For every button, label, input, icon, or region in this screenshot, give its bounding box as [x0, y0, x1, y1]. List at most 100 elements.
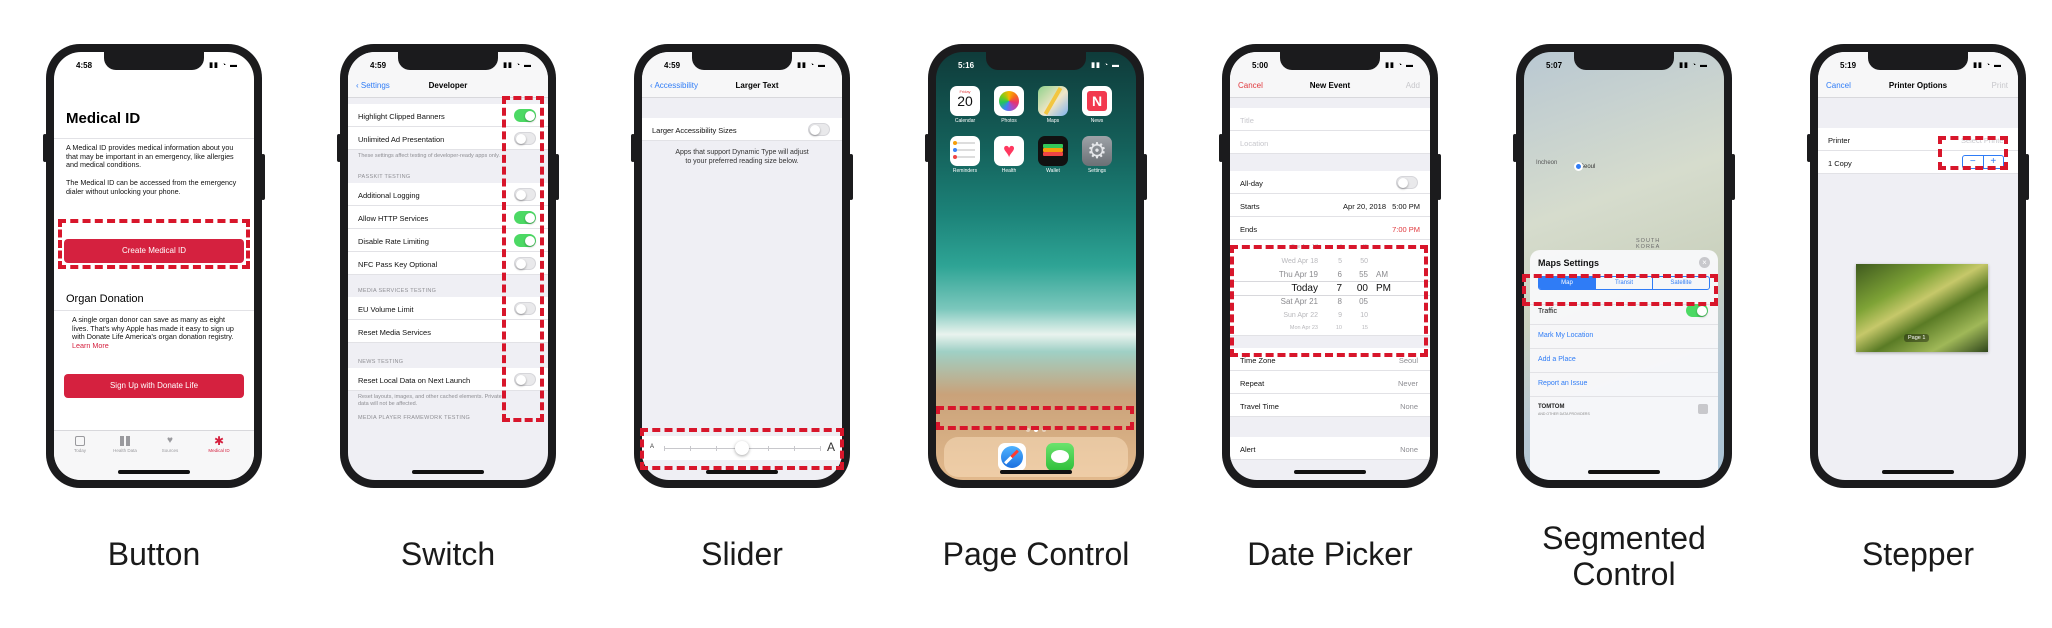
section-header: NEWS TESTING [358, 359, 404, 365]
row-label: Highlight Clipped Banners [358, 112, 445, 121]
donate-life-button[interactable]: Sign Up with Donate Life [64, 374, 244, 398]
status-time: 5:00 [1252, 61, 1269, 70]
row-label: Repeat [1240, 379, 1265, 388]
nav-bar: Cancel Printer Options Print [1818, 74, 2018, 98]
nav-title: New Event [1309, 81, 1351, 90]
row-label: Reset Local Data on Next Launch [358, 376, 471, 385]
print-button[interactable]: Print [1992, 81, 2008, 90]
print-preview-page[interactable]: Page 1 [1856, 264, 1988, 352]
safari-icon[interactable] [998, 443, 1026, 471]
travel-time-row[interactable]: Travel Time None [1230, 394, 1430, 417]
signal-wifi-battery-icon: ▮▮ ◔ ▬ [1973, 62, 2002, 69]
app-wallet[interactable]: Wallet [1038, 136, 1068, 174]
title-placeholder: Title [1240, 116, 1254, 125]
tab-sources[interactable]: ♥ Sources [156, 436, 184, 454]
app-maps[interactable]: Maps [1038, 86, 1068, 124]
starts-date: Apr 20, 2018 [1343, 202, 1386, 211]
nav-title: Developer [428, 81, 468, 90]
messages-icon[interactable] [1046, 443, 1074, 471]
caption-segmented-control: Segmented Control [1494, 520, 1754, 592]
medical-star-icon: ✱ [213, 434, 225, 448]
ends-time: 7:00 PM [1392, 225, 1420, 234]
status-time: 4:59 [664, 61, 681, 70]
signal-wifi-battery-icon: ▮▮ ◔ ▬ [1091, 62, 1120, 69]
row-label: Larger Accessibility Sizes [652, 126, 737, 135]
tab-label: Today [73, 448, 86, 453]
info-icon[interactable] [1698, 404, 1708, 414]
map-view: 5:07 ▮▮ ◔ ▬ Incheon Seoul SOUTH KOREA Ma… [1524, 52, 1724, 480]
page-label: Page 1 [1904, 334, 1930, 342]
app-photos[interactable]: Photos [994, 86, 1024, 124]
add-button[interactable]: Add [1406, 81, 1420, 90]
row-label: Starts [1240, 202, 1260, 211]
row-label: 1 Copy [1828, 159, 1852, 168]
grid-icon [120, 436, 130, 446]
row-label: Allow HTTP Services [358, 214, 429, 223]
medical-id-description-2: The Medical ID can be accessed from the … [66, 178, 237, 196]
app-label: Photos [1001, 118, 1017, 124]
reset-media-services-link[interactable]: Reset Media Services [358, 328, 431, 337]
app-label: News [1090, 118, 1104, 124]
highlight-stepper [1938, 136, 2008, 170]
learn-more-link[interactable]: Learn More [72, 341, 109, 350]
app-calendar[interactable]: Friday 20 Calendar [950, 86, 980, 124]
app-news[interactable]: N News [1082, 86, 1112, 124]
row-value: None [1400, 445, 1418, 454]
tomtom-logo: TOMTOM [1538, 404, 1565, 410]
app-label: Reminders [952, 168, 978, 174]
home-indicator [1588, 470, 1660, 474]
row-label: Printer [1828, 136, 1851, 145]
organ-donation-title: Organ Donation [66, 293, 144, 305]
app-settings[interactable]: ⚙ Settings [1082, 136, 1112, 174]
location-field[interactable]: Location [1230, 131, 1430, 154]
home-indicator [706, 470, 778, 474]
gear-icon: ⚙ [1082, 136, 1112, 166]
highlight-switches [502, 96, 544, 422]
settings-row: Larger Accessibility Sizes [642, 118, 842, 141]
app-health[interactable]: ♥ Health [994, 136, 1024, 174]
wallet-icon [1038, 136, 1068, 166]
notch [1574, 52, 1674, 70]
signal-wifi-battery-icon: ▮▮ ◔ ▬ [503, 62, 532, 69]
phone-stepper-example: 5:19 ▮▮ ◔ ▬ Cancel Printer Options Print… [1807, 44, 2029, 488]
row-label: EU Volume Limit [358, 305, 414, 314]
ends-row[interactable]: Ends 7:00 PM [1230, 217, 1430, 240]
all-day-toggle[interactable] [1396, 176, 1418, 189]
row-label: Travel Time [1240, 402, 1279, 411]
tab-health-data[interactable]: Health Data [108, 436, 142, 453]
alert-row[interactable]: Alert None [1230, 437, 1430, 460]
footer-note: These settings affect testing of develop… [358, 153, 500, 159]
title-field[interactable]: Title [1230, 108, 1430, 131]
highlight-page-control [936, 406, 1134, 430]
add-place-link[interactable]: Add a Place [1538, 356, 1576, 363]
close-icon[interactable]: × [1699, 257, 1710, 268]
report-issue-link[interactable]: Report an Issue [1538, 380, 1587, 387]
highlight-slider [640, 428, 844, 470]
app-label: Health [1001, 168, 1017, 174]
phone-segmented-example: 5:07 ▮▮ ◔ ▬ Incheon Seoul SOUTH KOREA Ma… [1513, 44, 1735, 488]
caption-line-1: Segmented [1542, 520, 1706, 556]
reminders-icon [950, 136, 980, 166]
caption-slider: Slider [701, 536, 783, 572]
app-label: Wallet [1046, 168, 1060, 174]
tab-label: Medical ID [208, 448, 230, 453]
card-title: Maps Settings [1538, 258, 1600, 268]
photos-icon [994, 86, 1024, 116]
traffic-label: Traffic [1538, 308, 1558, 315]
highlight-button [58, 219, 250, 269]
tab-today[interactable]: Today [68, 436, 92, 453]
row-label: Ends [1240, 225, 1258, 234]
caption-line-2: Control [1572, 556, 1676, 592]
signal-wifi-battery-icon: ▮▮ ◔ ▬ [209, 62, 238, 69]
toggle-switch[interactable] [808, 123, 830, 136]
app-reminders[interactable]: Reminders [950, 136, 980, 174]
tab-medical-id[interactable]: ✱ Medical ID [202, 434, 236, 453]
signal-wifi-battery-icon: ▮▮ ◔ ▬ [1679, 62, 1708, 69]
map-label: SOUTH KOREA [1636, 238, 1661, 250]
signal-wifi-battery-icon: ▮▮ ◔ ▬ [1385, 62, 1414, 69]
repeat-row[interactable]: Repeat Never [1230, 371, 1430, 394]
starts-row[interactable]: Starts Apr 20, 2018 5:00 PM [1230, 194, 1430, 217]
home-indicator [118, 470, 190, 474]
mark-location-link[interactable]: Mark My Location [1538, 332, 1593, 339]
calendar-grid-icon [75, 436, 85, 446]
